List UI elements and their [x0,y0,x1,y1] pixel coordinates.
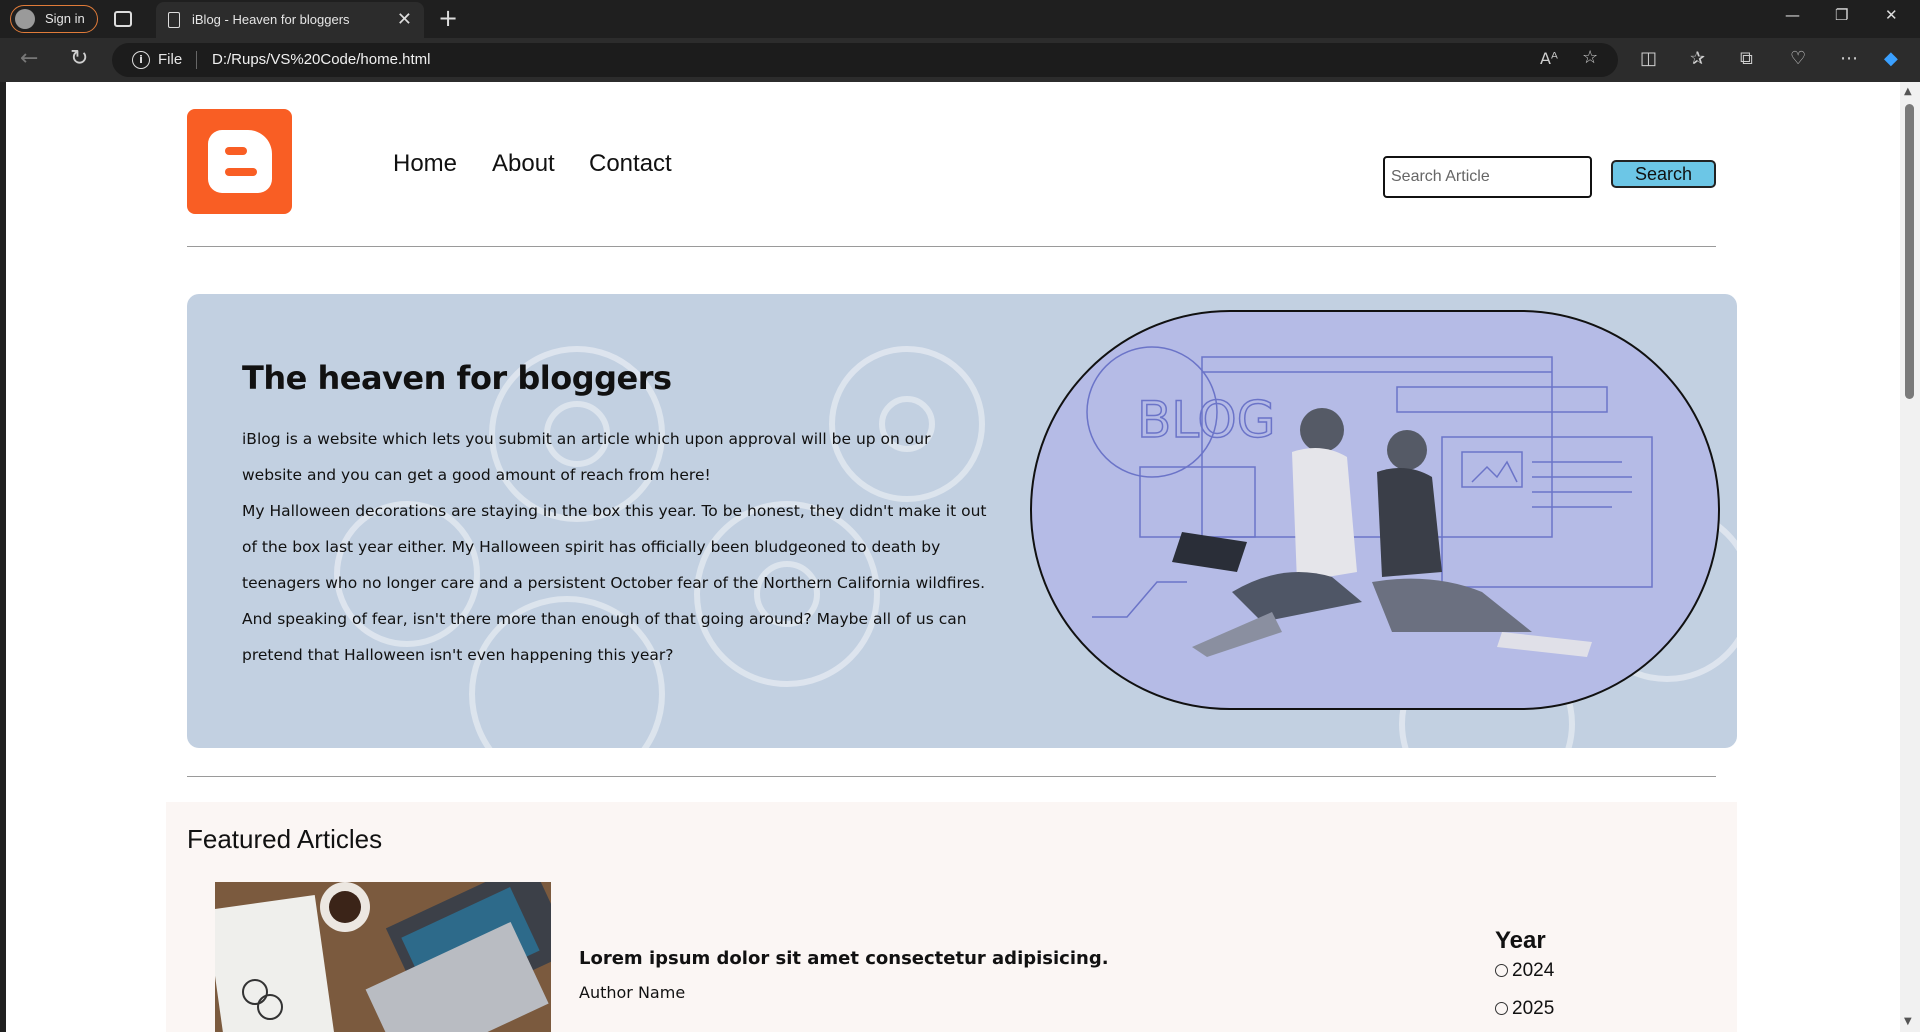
favorites-icon[interactable]: ✰ [1690,48,1705,69]
featured-heading: Featured Articles [187,824,383,854]
illustration-blog-text: BLOG [1137,391,1275,449]
address-scheme: File [158,51,183,68]
scrollbar-thumb[interactable] [1905,104,1914,399]
browser-toolbar: ← ↻ i File D:/Rups/VS%20Code/home.html A… [0,38,1920,82]
tab-title: iBlog - Heaven for bloggers [192,12,350,27]
read-aloud-icon[interactable]: Aᴬ [1540,49,1558,68]
back-icon[interactable]: ← [20,46,38,71]
hero-text: iBlog is a website which lets you submit… [242,421,987,673]
search-button[interactable]: Search [1611,160,1716,188]
nav-home[interactable]: Home [393,150,457,178]
logo-b-bar-top [225,147,247,155]
restore-icon[interactable]: ❐ [1835,6,1848,24]
laptop-photo [215,882,551,1032]
logo-b-bar-bottom [225,168,257,176]
page-viewport: Home About Contact Search The heaven for… [6,82,1900,1032]
browser-tab[interactable]: iBlog - Heaven for bloggers ✕ [156,2,424,38]
hero-paragraph-1: iBlog is a website which lets you submit… [242,430,931,484]
browser-titlebar: Sign in iBlog - Heaven for bloggers ✕ + … [0,0,1920,38]
avatar-icon [15,9,35,29]
scroll-down-icon[interactable]: ▼ [1904,1016,1912,1027]
split-screen-icon[interactable]: ◫ [1640,48,1657,69]
blogger-logo[interactable] [187,109,292,214]
info-icon[interactable]: i [132,51,150,69]
close-tab-icon[interactable]: ✕ [397,9,412,30]
collections-icon[interactable]: ⧉ [1740,48,1753,69]
copilot-icon[interactable]: ◆ [1884,48,1898,69]
hero-divider [187,776,1716,777]
radio-icon[interactable] [1495,964,1508,977]
favorite-star-icon[interactable]: ☆ [1582,47,1598,68]
search-input[interactable] [1383,156,1592,198]
address-url[interactable]: D:/Rups/VS%20Code/home.html [212,51,430,68]
hero-illustration: BLOG [1030,310,1720,710]
nav-about[interactable]: About [492,150,555,178]
new-tab-icon[interactable]: + [438,4,458,32]
address-bar[interactable]: i File D:/Rups/VS%20Code/home.html Aᴬ ☆ [112,43,1618,77]
minimize-icon[interactable]: — [1785,6,1800,24]
featured-section: Featured Articles Lorem ipsum dolor sit … [166,802,1737,1032]
address-separator [196,51,197,69]
hero-paragraph-2: My Halloween decorations are staying in … [242,502,987,664]
article-title[interactable]: Lorem ipsum dolor sit amet consectetur a… [579,948,1109,969]
year-option-2024[interactable]: 2024 [1495,960,1554,982]
close-window-icon[interactable]: ✕ [1885,6,1898,24]
article-thumbnail[interactable] [215,882,551,1032]
more-menu-icon[interactable]: ⋯ [1840,48,1858,69]
browser-essentials-icon[interactable]: ♡ [1790,48,1806,69]
tab-actions-icon[interactable] [114,11,132,27]
hero-title: The heaven for bloggers [242,359,672,397]
signin-button[interactable]: Sign in [10,5,98,33]
nav-contact[interactable]: Contact [589,150,672,178]
article-author: Author Name [579,983,686,1002]
radio-icon[interactable] [1495,1002,1508,1015]
header-divider [187,246,1716,247]
scroll-up-icon[interactable]: ▲ [1904,86,1912,97]
refresh-icon[interactable]: ↻ [70,46,88,71]
year-option-2025[interactable]: 2025 [1495,998,1554,1020]
document-icon [168,12,180,28]
year-filter-heading: Year [1495,927,1546,954]
page-scrollbar[interactable]: ▲ ▼ [1900,82,1920,1032]
logo-b-shape [208,130,272,193]
blog-illustration: BLOG [1086,346,1653,657]
hero-banner: The heaven for bloggers iBlog is a websi… [187,294,1737,748]
